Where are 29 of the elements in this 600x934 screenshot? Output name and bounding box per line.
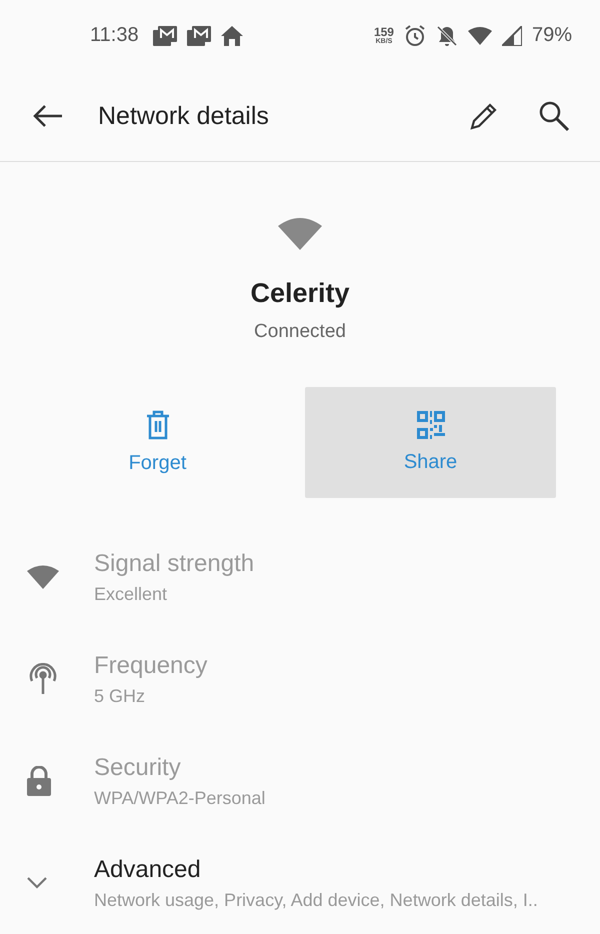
forget-button[interactable]: Forget: [32, 387, 283, 498]
home-icon: [220, 26, 243, 46]
setting-value: Network usage, Privacy, Add device, Network details, I..: [94, 890, 538, 910]
cell-signal-icon: [502, 26, 522, 46]
wifi-icon: [26, 565, 60, 589]
battery-percent: 79%: [532, 24, 572, 48]
toolbar-title: Network details: [98, 102, 270, 131]
setting-title: Advanced: [94, 856, 202, 884]
alarm-icon: [404, 24, 426, 47]
setting-value: WPA/WPA2-Personal: [94, 788, 266, 808]
wifi-icon: [278, 218, 322, 250]
mail-icon: [186, 26, 211, 46]
chevron-down-icon: [26, 876, 48, 890]
setting-value: 5 GHz: [94, 686, 146, 706]
share-button[interactable]: Share: [305, 387, 556, 498]
lock-icon: [26, 766, 52, 796]
setting-title: Signal strength: [94, 550, 254, 578]
clock-time: 11:38: [90, 24, 139, 48]
mail-icon: [152, 26, 177, 46]
wifi-icon: [468, 26, 492, 45]
setting-value: Excellent: [94, 584, 168, 604]
setting-title: Security: [94, 754, 182, 782]
setting-title: Frequency: [94, 652, 208, 680]
network-name: Celerity: [250, 278, 350, 309]
trash-icon: [146, 410, 170, 440]
network-speed: 159: [374, 26, 394, 38]
bell-off-icon: [436, 24, 458, 47]
qr-code-icon: [416, 411, 444, 439]
connection-status: Connected: [254, 321, 346, 343]
